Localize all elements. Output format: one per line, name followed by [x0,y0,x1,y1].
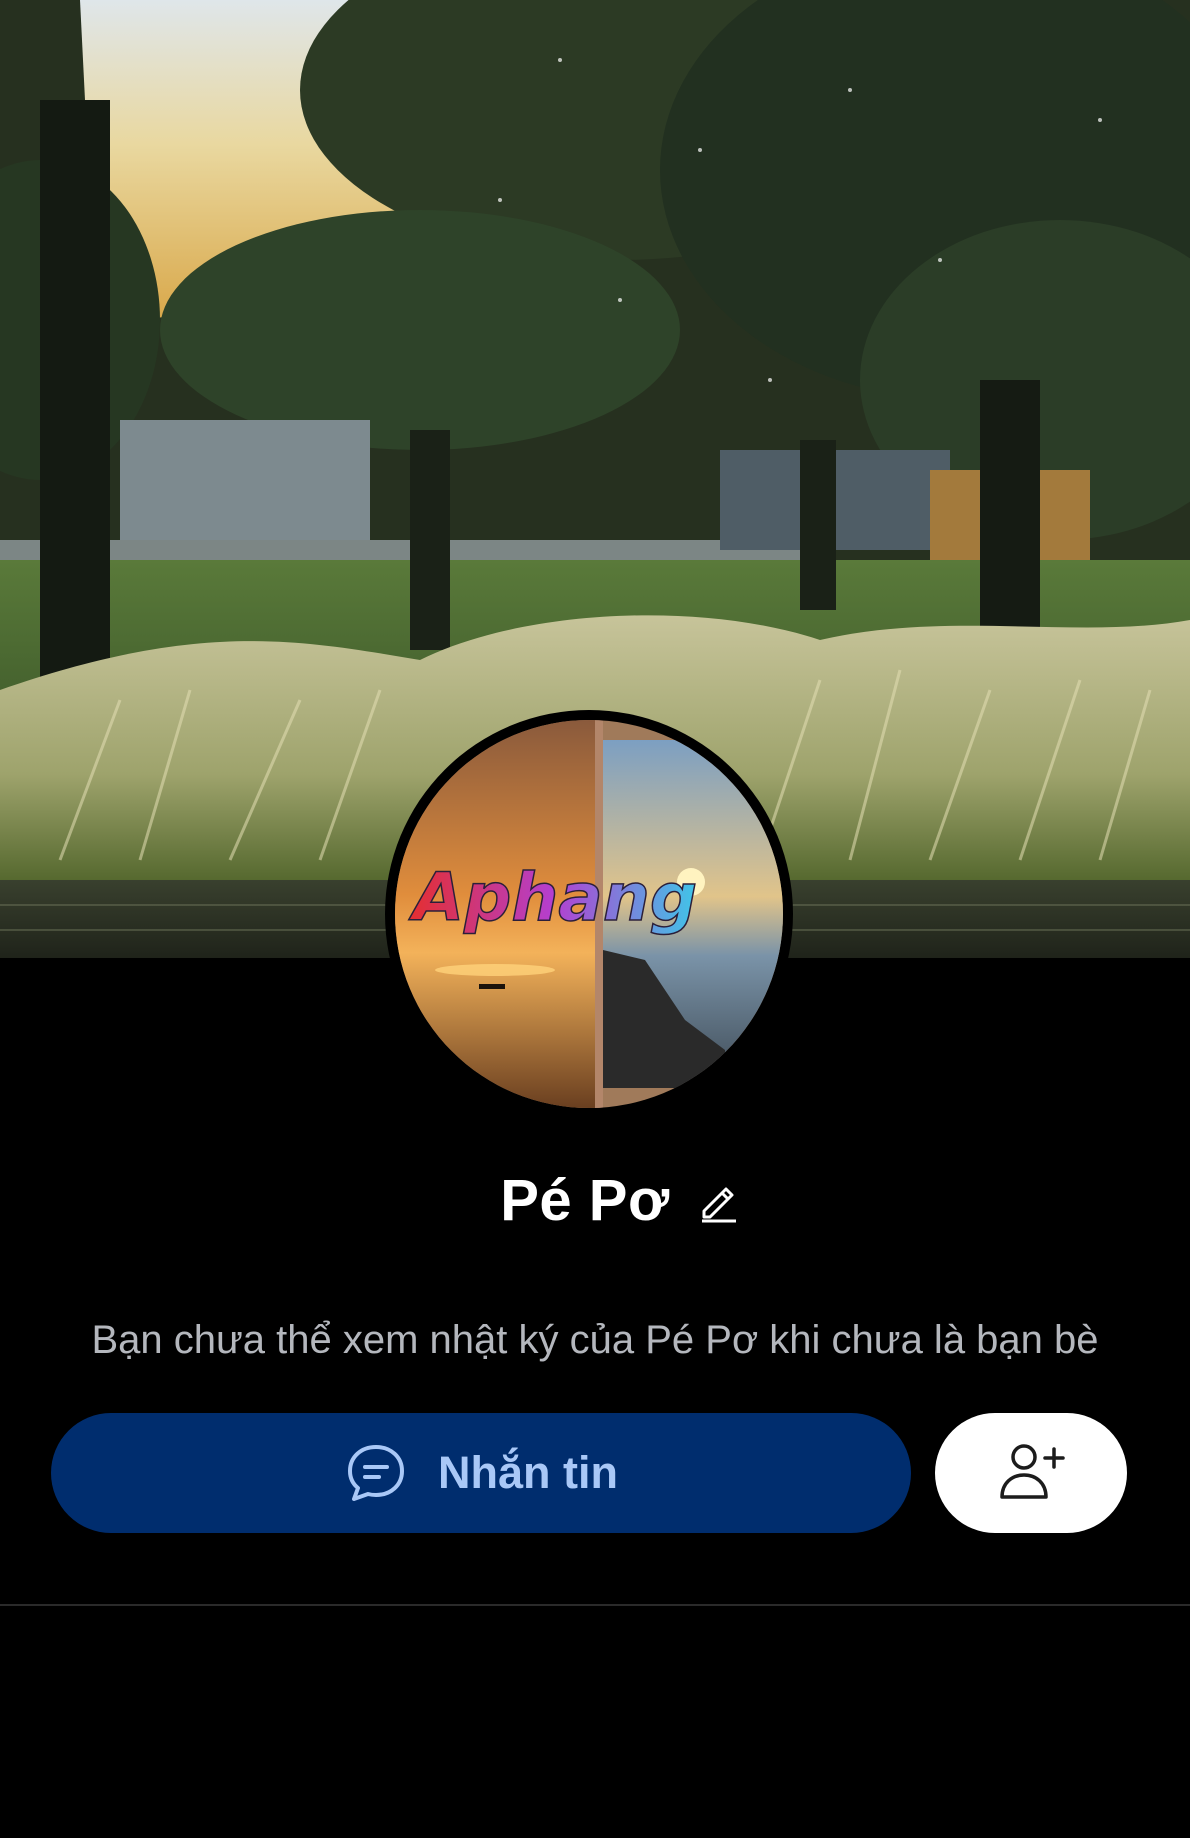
pencil-icon[interactable] [696,1177,742,1223]
message-button-label: Nhắn tin [438,1447,618,1498]
divider [0,1604,1190,1606]
avatar-watermark: Aphang [408,859,697,936]
profile-name: Pé Pơ [500,1167,670,1233]
add-user-icon [996,1441,1066,1506]
avatar[interactable]: Aphang [385,710,793,1118]
friend-restriction-notice: Bạn chưa thể xem nhật ký của Pé Pơ khi c… [91,1318,1099,1362]
name-row: Pé Pơ [0,1160,1190,1240]
chat-bubble-icon [344,1441,408,1505]
profile-page: Aphang Pé Pơ Bạn chưa thể xem nhật ký củ… [0,0,1190,1838]
add-friend-button[interactable] [935,1413,1127,1533]
message-button[interactable]: Nhắn tin [51,1413,911,1533]
